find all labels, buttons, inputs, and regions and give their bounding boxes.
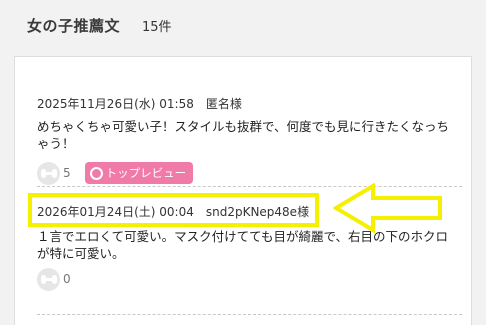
review-count: 15件 — [142, 19, 172, 35]
top-review-badge[interactable]: トップレビュー — [84, 162, 194, 184]
review-text: めちゃくちゃ可愛い子！スタイルも抜群で、何度でも見に行きたくなっちゃう！ — [37, 119, 450, 151]
review-user: 匿名様 — [205, 97, 242, 111]
like-count: 5 — [63, 166, 71, 180]
review-date: 2025年11月26日(水) 01:58 — [37, 97, 194, 111]
bone-like-icon — [37, 267, 60, 291]
review-divider — [37, 314, 462, 315]
review-text: １言でエロくて可愛い。マスク付けてても目が綺麗で、右目の下のホクロが特に可愛い。 — [37, 229, 449, 261]
like-button[interactable]: 0 — [37, 267, 71, 291]
review-actions: 0 — [37, 267, 457, 291]
like-button[interactable]: 5 — [37, 161, 71, 185]
page-title: 女の子推薦文 — [27, 16, 121, 35]
bone-like-icon — [37, 161, 60, 185]
review-actions: 5 トップレビュー — [37, 161, 457, 185]
left-arrow-annotation-icon — [333, 183, 442, 233]
badge-circle-icon — [89, 166, 103, 180]
top-review-label: トップレビュー — [105, 166, 187, 180]
review-meta: 2025年11月26日(水) 01:58 匿名様 — [37, 95, 457, 112]
page-header: 女の子推薦文 15件 — [0, 0, 486, 50]
like-count: 0 — [63, 272, 71, 286]
review-item: 2025年11月26日(水) 01:58 匿名様 めちゃくちゃ可愛い子！スタイルも… — [37, 95, 457, 185]
highlight-annotation-box — [28, 193, 319, 227]
